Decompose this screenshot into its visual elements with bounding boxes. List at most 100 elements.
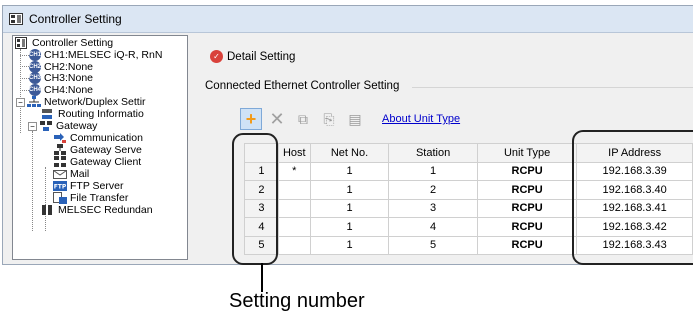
- station-cell[interactable]: 5: [388, 235, 478, 255]
- paste-button[interactable]: ⎘: [318, 108, 340, 130]
- callout-leader-line: [261, 263, 263, 292]
- clipboard-button[interactable]: ▤: [344, 108, 366, 130]
- tree-guide-line: [20, 66, 29, 67]
- gateway-client-icon: [53, 156, 67, 168]
- tree-item-gateway-client[interactable]: Gateway Client: [53, 156, 141, 168]
- tree-item-routing[interactable]: Routing Informatio: [41, 108, 144, 120]
- host-cell[interactable]: [277, 217, 311, 237]
- window-icon: [9, 13, 23, 25]
- station-cell[interactable]: 2: [388, 180, 478, 200]
- network-icon: [27, 96, 41, 108]
- grid-toolbar: + ✕ ⧉ ⎘ ▤ About Unit Type: [240, 108, 460, 130]
- unit-type-cell[interactable]: RCPU: [476, 198, 578, 218]
- net-no-cell[interactable]: 1: [309, 198, 390, 218]
- plus-icon: +: [245, 108, 257, 129]
- station-cell[interactable]: 3: [388, 198, 478, 218]
- collapse-toggle-icon[interactable]: −: [28, 121, 37, 131]
- tree-item-mail[interactable]: Mail: [53, 168, 89, 180]
- detail-setting-icon: ✓: [210, 50, 223, 63]
- channel-icon: CH4: [29, 84, 41, 96]
- clipboard-icon: ▤: [348, 110, 362, 127]
- detail-setting-label: Detail Setting: [227, 50, 296, 63]
- tree-item-label: Gateway: [56, 120, 98, 132]
- station-cell[interactable]: 4: [388, 217, 478, 237]
- tree-guide-line: [32, 131, 33, 231]
- tree-guide-line: [20, 55, 29, 56]
- detail-setting-button[interactable]: ✓ Detail Setting: [210, 50, 295, 63]
- header-net-no[interactable]: Net No.: [309, 143, 390, 163]
- svg-text:FTP: FTP: [54, 184, 67, 191]
- header-host[interactable]: Host: [277, 143, 311, 163]
- net-no-cell[interactable]: 1: [309, 180, 390, 200]
- header-station[interactable]: Station: [388, 143, 478, 163]
- gateway-server-icon: [53, 144, 67, 156]
- tree-item-label: CH1:MELSEC iQ-R, RnN: [44, 49, 163, 61]
- tree-item-label: Controller Setting: [32, 37, 114, 49]
- tree-guide-line: [20, 49, 21, 133]
- tree-item-ftp-server[interactable]: FTP FTP Server: [53, 180, 123, 192]
- station-cell[interactable]: 1: [388, 161, 478, 181]
- tree-guide-line: [20, 78, 29, 79]
- title-bar: Controller Setting: [3, 6, 693, 33]
- tree-item-label: Routing Informatio: [58, 108, 144, 120]
- paste-icon: ⎘: [323, 110, 335, 127]
- about-unit-type-link[interactable]: About Unit Type: [382, 113, 460, 125]
- window-title: Controller Setting: [29, 12, 122, 26]
- tree-item-label: FTP Server: [70, 180, 124, 192]
- unit-type-cell[interactable]: RCPU: [476, 235, 578, 255]
- tree-item-network-duplex[interactable]: − Network/Duplex Settir: [16, 96, 146, 108]
- tree-item-melsec-redundant[interactable]: MELSEC Redundan: [41, 204, 153, 216]
- tree-item-controller-setting[interactable]: Controller Setting: [15, 37, 113, 49]
- tree-item-ch3[interactable]: CH3 CH3:None: [29, 72, 93, 84]
- unit-type-cell[interactable]: RCPU: [476, 161, 578, 181]
- host-cell[interactable]: *: [277, 161, 311, 181]
- section-title: Connected Ethernet Controller Setting: [205, 80, 400, 92]
- tree-item-gateway-server[interactable]: Gateway Serve: [53, 144, 142, 156]
- unit-type-cell[interactable]: RCPU: [476, 180, 578, 200]
- routing-icon: [41, 108, 55, 120]
- tree-item-label: Mail: [70, 168, 90, 180]
- tree-item-label: CH3:None: [44, 72, 94, 84]
- tree-guide-line: [45, 167, 46, 231]
- host-cell[interactable]: [277, 235, 311, 255]
- tree-item-label: Gateway Client: [70, 156, 142, 168]
- tree-item-label: Network/Duplex Settir: [44, 96, 146, 108]
- controller-setting-icon: [15, 37, 29, 49]
- tree-item-label: MELSEC Redundan: [58, 204, 153, 216]
- copy-button[interactable]: ⧉: [292, 108, 314, 130]
- gateway-icon: [39, 120, 53, 132]
- ip-address-highlight: [572, 130, 693, 265]
- redundant-icon: [41, 204, 55, 216]
- tree-item-label: File Transfer: [70, 192, 129, 204]
- ftp-icon: FTP: [53, 180, 67, 192]
- section-divider: [412, 87, 693, 88]
- delete-icon: ✕: [269, 108, 285, 129]
- net-no-cell[interactable]: 1: [309, 235, 390, 255]
- channel-icon: CH3: [29, 72, 41, 84]
- tree-guide-line: [20, 90, 29, 91]
- file-transfer-icon: [53, 192, 67, 204]
- channel-icon: CH1: [29, 49, 41, 61]
- setting-number-highlight: [232, 133, 278, 265]
- tree-item-label: CH4:None: [44, 84, 94, 96]
- tree-item-label: Communication: [70, 132, 143, 144]
- header-unit-type[interactable]: Unit Type: [476, 143, 578, 163]
- tree-item-label: Gateway Serve: [70, 144, 142, 156]
- add-row-button[interactable]: +: [240, 108, 262, 130]
- unit-type-cell[interactable]: RCPU: [476, 217, 578, 237]
- communication-icon: [53, 132, 67, 144]
- host-cell[interactable]: [277, 180, 311, 200]
- delete-row-button[interactable]: ✕: [266, 108, 288, 130]
- net-no-cell[interactable]: 1: [309, 161, 390, 181]
- tree-item-gateway[interactable]: − Gateway: [28, 120, 97, 132]
- net-no-cell[interactable]: 1: [309, 217, 390, 237]
- tree-item-communication[interactable]: Communication: [53, 132, 143, 144]
- tree-item-file-transfer[interactable]: File Transfer: [53, 192, 128, 204]
- mail-icon: [53, 168, 67, 180]
- tree-item-ch1[interactable]: CH1 CH1:MELSEC iQ-R, RnN: [29, 49, 162, 61]
- settings-tree[interactable]: Controller Setting CH1 CH1:MELSEC iQ-R, …: [12, 35, 188, 260]
- collapse-toggle-icon[interactable]: −: [16, 97, 25, 107]
- host-cell[interactable]: [277, 198, 311, 218]
- tree-item-ch4[interactable]: CH4 CH4:None: [29, 84, 93, 96]
- setting-number-callout: Setting number: [229, 290, 365, 312]
